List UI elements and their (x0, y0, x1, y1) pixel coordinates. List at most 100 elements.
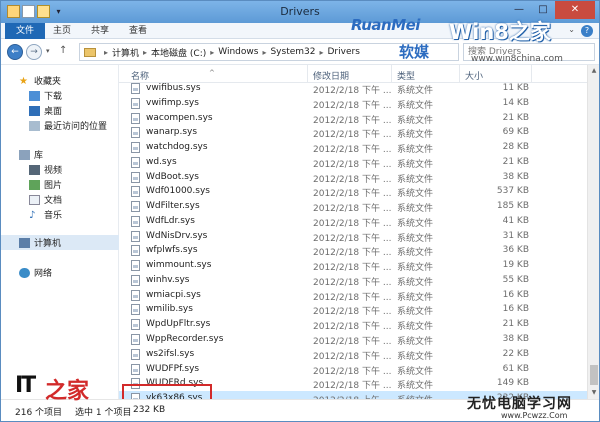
table-row[interactable]: WdNisDrv.sys 2012/2/18 下午 ... 系统文件 31 KB (119, 229, 587, 244)
computer-icon (19, 237, 30, 248)
recent-locations-icon[interactable]: ▾ (46, 47, 50, 55)
close-button[interactable]: ✕ (555, 1, 595, 19)
star-icon: ★ (19, 75, 28, 87)
sidebar-item-music[interactable]: ♪ 音乐 (1, 207, 119, 222)
table-row[interactable]: Wdf01000.sys 2012/2/18 下午 ... 系统文件 537 KB (119, 184, 587, 199)
breadcrumb-windows[interactable]: Windows (218, 47, 258, 57)
chevron-right-icon[interactable]: ▸ (143, 48, 147, 57)
sidebar-item-pictures[interactable]: 图片 (1, 177, 119, 192)
tab-file[interactable]: 文件 (5, 23, 45, 39)
sidebar-item-downloads[interactable]: 下载 (1, 88, 119, 103)
table-row[interactable]: wimmount.sys 2012/2/18 下午 ... 系统文件 19 KB (119, 258, 587, 273)
breadcrumb-drivers[interactable]: Drivers (328, 47, 360, 57)
file-size: 38 KB (502, 171, 529, 182)
sidebar-item-network[interactable]: 网络 (1, 265, 119, 280)
file-name: wd.sys (146, 156, 177, 167)
table-row[interactable]: WdBoot.sys 2012/2/18 下午 ... 系统文件 38 KB (119, 170, 587, 185)
vertical-scrollbar[interactable]: ▲ ▼ (587, 65, 599, 399)
file-date: 2012/2/18 下午 ... (313, 174, 392, 185)
file-size: 61 KB (502, 363, 529, 374)
file-size: 14 KB (502, 97, 529, 108)
file-name: wacompen.sys (146, 112, 213, 123)
file-type: 系统文件 (397, 218, 434, 229)
file-name: vwifimp.sys (146, 97, 199, 108)
file-size: 16 KB (502, 289, 529, 300)
table-row[interactable]: vwifimp.sys 2012/2/18 下午 ... 系统文件 14 KB (119, 96, 587, 111)
table-row[interactable]: wmilib.sys 2012/2/18 下午 ... 系统文件 16 KB (119, 302, 587, 317)
back-button[interactable]: ← (7, 44, 23, 60)
table-row[interactable]: wfplwfs.sys 2012/2/18 下午 ... 系统文件 36 KB (119, 243, 587, 258)
file-date: 2012/2/18 下午 ... (313, 86, 392, 96)
sidebar-item-desktop[interactable]: 桌面 (1, 103, 119, 118)
file-name: Wdf01000.sys (146, 186, 210, 197)
table-row[interactable]: WppRecorder.sys 2012/2/18 下午 ... 系统文件 38 KB (119, 332, 587, 347)
sidebar-item-label: 库 (34, 151, 44, 161)
table-row[interactable]: WpdUpFltr.sys 2012/2/18 下午 ... 系统文件 21 KB (119, 317, 587, 332)
tab-home[interactable]: 主页 (53, 23, 71, 39)
file-name: ws2ifsl.sys (146, 348, 195, 359)
system-file-icon (131, 289, 140, 301)
sidebar-item-videos[interactable]: 视频 (1, 162, 119, 177)
system-file-icon (131, 245, 140, 257)
file-date: 2012/2/18 下午 ... (313, 277, 392, 288)
music-icon: ♪ (29, 209, 36, 221)
file-rows: vwifibus.sys 2012/2/18 下午 ... 系统文件 11 KB vwi… (119, 81, 587, 399)
file-name: WdNisDrv.sys (146, 230, 208, 241)
breadcrumb-computer[interactable]: 计算机 (112, 46, 139, 59)
file-type: 系统文件 (397, 337, 434, 348)
table-row[interactable]: WUDFPf.sys 2012/2/18 下午 ... 系统文件 61 KB (119, 362, 587, 377)
tab-view[interactable]: 查看 (129, 23, 147, 39)
system-file-icon (131, 186, 140, 198)
chevron-right-icon[interactable]: ▸ (262, 48, 266, 57)
help-icon[interactable]: ? (581, 25, 593, 37)
file-date: 2012/2/18 下午 ... (313, 218, 392, 229)
table-row[interactable]: watchdog.sys 2012/2/18 下午 ... 系统文件 28 KB (119, 140, 587, 155)
system-file-icon (131, 348, 140, 360)
file-date: 2012/2/18 下午 ... (313, 337, 392, 348)
file-size: 537 KB (496, 186, 529, 197)
sidebar-item-documents[interactable]: 文档 (1, 192, 119, 207)
downloads-icon (29, 90, 40, 101)
system-file-icon (131, 201, 140, 213)
sidebar-item-libraries[interactable]: 库 (1, 147, 119, 162)
table-row[interactable]: wmiacpi.sys 2012/2/18 下午 ... 系统文件 16 KB (119, 288, 587, 303)
table-row[interactable]: WUDFRd.sys 2012/2/18 下午 ... 系统文件 149 KB (119, 376, 587, 391)
system-file-icon (131, 378, 140, 390)
table-row[interactable]: WdfLdr.sys 2012/2/18 下午 ... 系统文件 41 KB (119, 214, 587, 229)
table-row[interactable]: wanarp.sys 2012/2/18 下午 ... 系统文件 69 KB (119, 125, 587, 140)
scrollbar-thumb[interactable] (590, 365, 598, 385)
pcwzz-watermark: 无忧电脑学习网 (467, 396, 572, 412)
file-name: WdfLdr.sys (146, 215, 195, 226)
sidebar-item-favorites[interactable]: ★ 收藏夹 (1, 73, 119, 88)
table-row[interactable]: ws2ifsl.sys 2012/2/18 下午 ... 系统文件 22 KB (119, 347, 587, 362)
file-type: 系统文件 (397, 204, 434, 215)
scroll-down-icon[interactable]: ▼ (588, 387, 600, 399)
chevron-right-icon[interactable]: ▸ (210, 48, 214, 57)
table-row[interactable]: vwifibus.sys 2012/2/18 下午 ... 系统文件 11 KB (119, 81, 587, 96)
file-type: 系统文件 (397, 159, 434, 170)
file-size: 11 KB (502, 83, 529, 93)
breadcrumb-system32[interactable]: System32 (270, 47, 315, 57)
breadcrumb-local-disk[interactable]: 本地磁盘 (C:) (151, 46, 206, 59)
sidebar-item-label: 计算机 (34, 239, 62, 249)
file-date: 2012/2/18 下午 ... (313, 130, 392, 141)
chevron-right-icon[interactable]: ▸ (104, 48, 108, 57)
table-row[interactable]: WdFilter.sys 2012/2/18 下午 ... 系统文件 185 KB (119, 199, 587, 214)
table-row[interactable]: wacompen.sys 2012/2/18 下午 ... 系统文件 21 KB (119, 111, 587, 126)
file-type: 系统文件 (397, 381, 434, 392)
sidebar-item-computer[interactable]: 计算机 (1, 235, 119, 250)
system-file-icon (131, 260, 140, 272)
table-row[interactable]: winhv.sys 2012/2/18 下午 ... 系统文件 55 KB (119, 273, 587, 288)
tab-share[interactable]: 共享 (91, 23, 109, 39)
forward-button[interactable]: → (26, 44, 42, 60)
chevron-right-icon[interactable]: ▸ (319, 48, 323, 57)
sidebar-item-recent[interactable]: 最近访问的位置 (1, 118, 119, 133)
file-name: WdFilter.sys (146, 201, 200, 212)
expand-ribbon-icon[interactable]: ⌄ (568, 25, 575, 34)
scroll-up-icon[interactable]: ▲ (588, 65, 600, 77)
up-button[interactable]: ↑ (59, 45, 67, 56)
file-type: 系统文件 (397, 248, 434, 259)
table-row[interactable]: wd.sys 2012/2/18 下午 ... 系统文件 21 KB (119, 155, 587, 170)
file-type: 系统文件 (397, 322, 434, 333)
file-date: 2012/2/18 下午 ... (313, 307, 392, 318)
